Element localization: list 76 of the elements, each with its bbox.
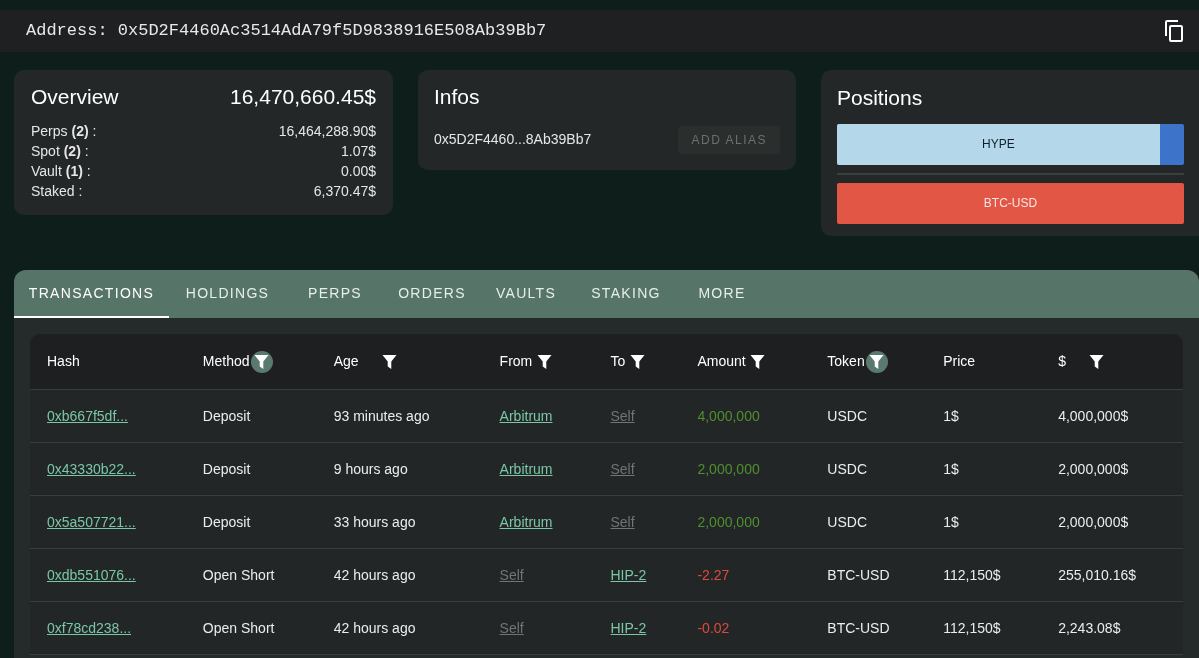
position-label: BTC-USD [983, 195, 1038, 212]
tab[interactable]: STAKING [572, 270, 680, 318]
hash-link[interactable]: 0x43330b22... [47, 460, 136, 477]
position-bar[interactable]: HYPE [837, 123, 1184, 165]
tab[interactable]: PERPS [286, 270, 384, 318]
table-cell: 2,243.08$ [1058, 619, 1121, 636]
table-cell: 112,150$ [943, 619, 1001, 636]
tab[interactable]: TRANSACTIONS [14, 270, 169, 318]
table-cell: Open Short [202, 566, 275, 583]
overview-value: 0.00$ [340, 161, 376, 181]
tab[interactable]: HOLDINGS [169, 270, 286, 318]
address-link[interactable]: Arbitrum [499, 460, 553, 477]
table-cell: USDC [827, 407, 867, 424]
table-cell: 93 minutes ago [333, 407, 430, 424]
address-text: 0x5D2F4460...8Ab39Bb7 [434, 130, 592, 149]
column-header[interactable]: Hash [47, 351, 80, 372]
overview-label: Perps (2) : [31, 121, 97, 141]
address-link[interactable]: HIP-2 [610, 619, 647, 636]
address-link[interactable]: Arbitrum [499, 407, 553, 424]
table-cell: 9 hours ago [333, 460, 408, 477]
tab[interactable]: VAULTS [480, 270, 572, 318]
table-cell: Deposit [202, 407, 251, 424]
table-cell: BTC-USD [827, 566, 890, 583]
card-title: Overview [31, 84, 119, 110]
overview-label: Staked : [31, 181, 83, 201]
amount-value: 2,000,000 [697, 460, 760, 477]
table-cell: 42 hours ago [333, 566, 416, 583]
overview-value: 16,464,288.90$ [278, 121, 376, 141]
table-cell: 4,000,000$ [1058, 407, 1129, 424]
table-cell: Open Short [202, 619, 275, 636]
column-header[interactable]: Price [943, 351, 976, 372]
position-label: HYPE [982, 136, 1015, 153]
hash-link[interactable]: 0xf78cd238... [47, 619, 132, 636]
table-cell: Deposit [202, 513, 251, 530]
column-header[interactable]: From [499, 351, 533, 372]
hash-link[interactable]: 0x5a507721... [47, 513, 136, 530]
table-cell: 1$ [943, 407, 959, 424]
overview-label: Vault (1) : [31, 161, 91, 181]
column-header[interactable]: Amount [697, 351, 746, 372]
hash-link[interactable]: 0xdb551076... [47, 566, 136, 583]
amount-value: -2.27 [697, 566, 730, 583]
table-cell: Deposit [202, 460, 251, 477]
card-title: Infos [434, 84, 481, 110]
table-cell: 255,010.16$ [1058, 566, 1136, 583]
table-cell: BTC-USD [827, 619, 890, 636]
overview-value: 6,370.47$ [313, 181, 376, 201]
tab[interactable]: MORE [680, 270, 764, 318]
amount-value: -0.02 [697, 619, 730, 636]
address-link[interactable]: HIP-2 [610, 566, 647, 583]
table-cell: USDC [827, 513, 867, 530]
filter-icon[interactable] [250, 350, 273, 373]
card-title: Positions [837, 85, 924, 111]
column-header[interactable]: Token [827, 351, 865, 372]
table-cell: 1$ [943, 513, 959, 530]
table-cell: 112,150$ [943, 566, 1001, 583]
filter-icon[interactable] [865, 350, 888, 373]
hash-link[interactable]: 0xb667f5df... [47, 407, 128, 424]
table-cell: 2,000,000$ [1058, 460, 1129, 477]
copy-icon[interactable] [1163, 19, 1185, 43]
amount-value: 2,000,000 [697, 513, 760, 530]
tab[interactable]: ORDERS [384, 270, 480, 318]
table-cell: 1$ [943, 460, 959, 477]
overview-value: 1.07$ [340, 141, 376, 161]
total-value: 16,470,660.45$ [230, 84, 376, 110]
column-header[interactable]: To [610, 351, 626, 372]
table-cell: 33 hours ago [333, 513, 416, 530]
address-text: Address: 0x5D2F4460Ac3514AdA79f5D9838916E508Ab39Bb7 [26, 20, 547, 43]
address-link[interactable]: Arbitrum [499, 513, 553, 530]
column-header[interactable]: Method [202, 351, 250, 372]
overview-label: Spot (2) : [31, 141, 89, 161]
table-cell: 2,000,000$ [1058, 513, 1129, 530]
column-header[interactable]: Age [333, 351, 359, 372]
amount-value: 4,000,000 [697, 407, 760, 424]
table-cell: 42 hours ago [333, 619, 416, 636]
column-header[interactable]: $ [1058, 351, 1066, 372]
table-cell: USDC [827, 460, 867, 477]
